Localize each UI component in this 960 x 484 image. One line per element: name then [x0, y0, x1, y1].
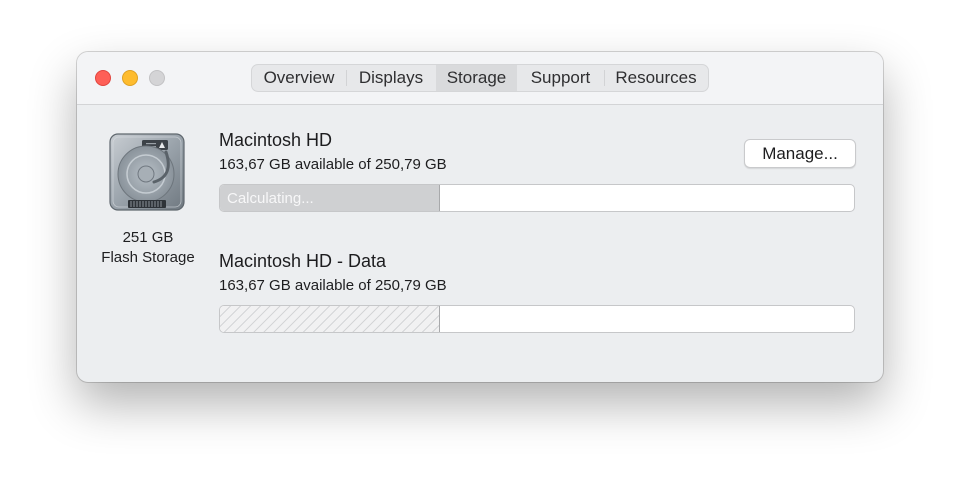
close-window-button[interactable] [95, 70, 111, 86]
storage-usage-bar: Calculating... [219, 184, 855, 212]
manage-button[interactable]: Manage... [744, 139, 856, 168]
volume-availability: 163,67 GB available of 250,79 GB [219, 156, 447, 173]
tab-bar: Overview Displays Storage Support Resour… [251, 64, 709, 92]
tab-overview[interactable]: Overview [252, 65, 346, 91]
disk-caption: 251 GB Flash Storage [83, 228, 213, 268]
storage-used-segment [220, 306, 441, 332]
volume-name: Macintosh HD - Data [219, 251, 387, 271]
tab-resources[interactable]: Resources [604, 65, 708, 91]
title-bar: Overview Displays Storage Support Resour… [77, 52, 883, 105]
minimize-window-button[interactable] [122, 70, 138, 86]
volume-name: Macintosh HD [219, 130, 333, 150]
about-this-mac-window: Overview Displays Storage Support Resour… [77, 52, 883, 382]
tab-storage[interactable]: Storage [436, 65, 517, 91]
tab-support[interactable]: Support [517, 65, 604, 91]
hard-drive-icon [109, 133, 185, 211]
zoom-window-button[interactable] [149, 70, 165, 86]
disk-capacity: 251 GB [122, 229, 174, 246]
tab-displays[interactable]: Displays [346, 65, 436, 91]
storage-bar-label: Calculating... [227, 189, 314, 207]
disk-type: Flash Storage [101, 249, 195, 266]
storage-usage-bar [219, 305, 855, 333]
volume-availability: 163,67 GB available of 250,79 GB [219, 277, 447, 294]
